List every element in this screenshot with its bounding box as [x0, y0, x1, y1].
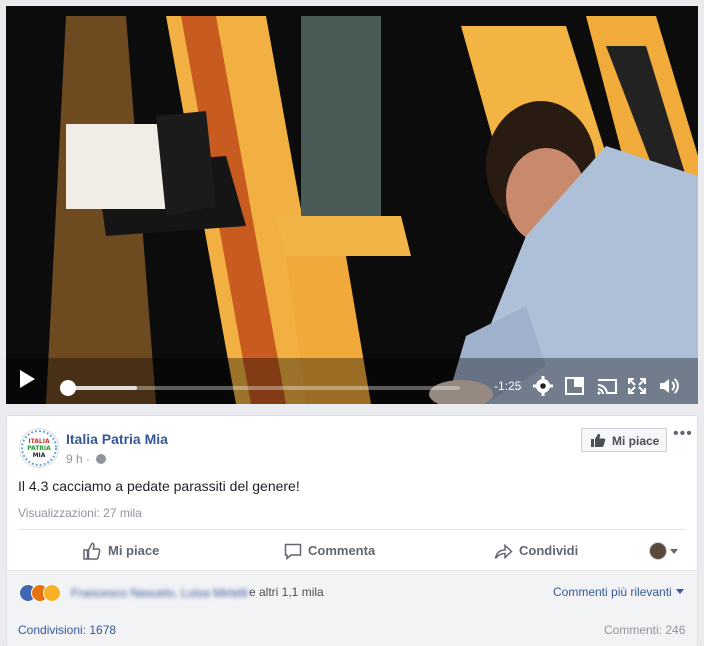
comment-sort-dropdown[interactable]: Commenti più rilevanti	[553, 585, 684, 599]
page-avatar[interactable]: ITALIA PATRIA MIA	[19, 428, 59, 468]
post-as-selector[interactable]	[649, 540, 683, 562]
expand-icon[interactable]	[626, 376, 648, 396]
view-count: Visualizzazioni: 27 mila	[18, 506, 142, 520]
volume-icon[interactable]	[658, 376, 680, 396]
post-meta: 9 h ·	[66, 452, 107, 466]
page-name[interactable]: Italia Patria Mia	[66, 431, 168, 447]
chevron-down-icon	[675, 589, 684, 594]
cast-icon[interactable]	[596, 376, 618, 396]
comment-label: Commenta	[308, 543, 376, 558]
others-count[interactable]: e altri 1,1 mila	[249, 585, 324, 599]
wow-reaction-icon	[43, 584, 61, 602]
seek-handle[interactable]	[60, 380, 76, 396]
comment-icon	[284, 543, 302, 560]
like-label: Mi piace	[108, 543, 160, 558]
video-controls: -1:25	[6, 358, 698, 404]
share-arrow-icon	[494, 543, 513, 560]
settings-gear-icon[interactable]	[532, 376, 554, 396]
avatar-text-2: PATRIA	[27, 445, 51, 452]
chevron-down-icon	[670, 549, 678, 554]
remaining-time: -1:25	[494, 379, 522, 393]
buffered-bar	[66, 386, 137, 390]
sort-label: Commenti più rilevanti	[553, 585, 672, 599]
avatar-text-3: MIA	[33, 452, 46, 459]
share-label: Condividi	[519, 543, 579, 558]
avatar-text-1: ITALIA	[28, 438, 50, 445]
reaction-icons[interactable]	[19, 584, 65, 602]
post-text: Il 4.3 cacciamo a pedate parassiti del g…	[18, 478, 300, 494]
video-player[interactable]: -1:25	[6, 6, 698, 404]
comments-count[interactable]: Commenti: 246	[604, 623, 685, 637]
more-options-icon[interactable]: •••	[673, 425, 693, 443]
reactions-bar: Francesco Nasuelo, Luisa Mirtelli e altr…	[7, 570, 697, 646]
post-card: ITALIA PATRIA MIA Italia Patria Mia 9 h …	[6, 415, 698, 646]
like-outline-icon	[83, 542, 101, 560]
play-icon[interactable]	[20, 370, 35, 388]
like-button[interactable]: Mi piace	[83, 540, 193, 562]
reactor-names[interactable]: Francesco Nasuelo, Luisa Mirtelli	[71, 586, 248, 600]
user-avatar	[649, 542, 667, 560]
shares-count[interactable]: Condivisioni: 1678	[18, 623, 116, 637]
meta-separator: ·	[86, 452, 91, 466]
like-page-label: Mi piace	[612, 434, 660, 448]
fullscreen-pip-icon[interactable]	[564, 376, 586, 396]
avatar-logo-icon: ITALIA PATRIA MIA	[21, 430, 57, 466]
video-frame	[6, 6, 698, 404]
share-button[interactable]: Condividi	[494, 540, 604, 562]
globe-icon	[96, 454, 107, 464]
post-time[interactable]: 9 h	[66, 452, 83, 466]
seek-bar[interactable]	[60, 380, 460, 396]
divider	[18, 529, 686, 530]
like-page-button[interactable]: Mi piace	[581, 428, 667, 452]
thumbs-up-icon	[591, 433, 606, 447]
comment-button[interactable]: Commenta	[284, 540, 394, 562]
